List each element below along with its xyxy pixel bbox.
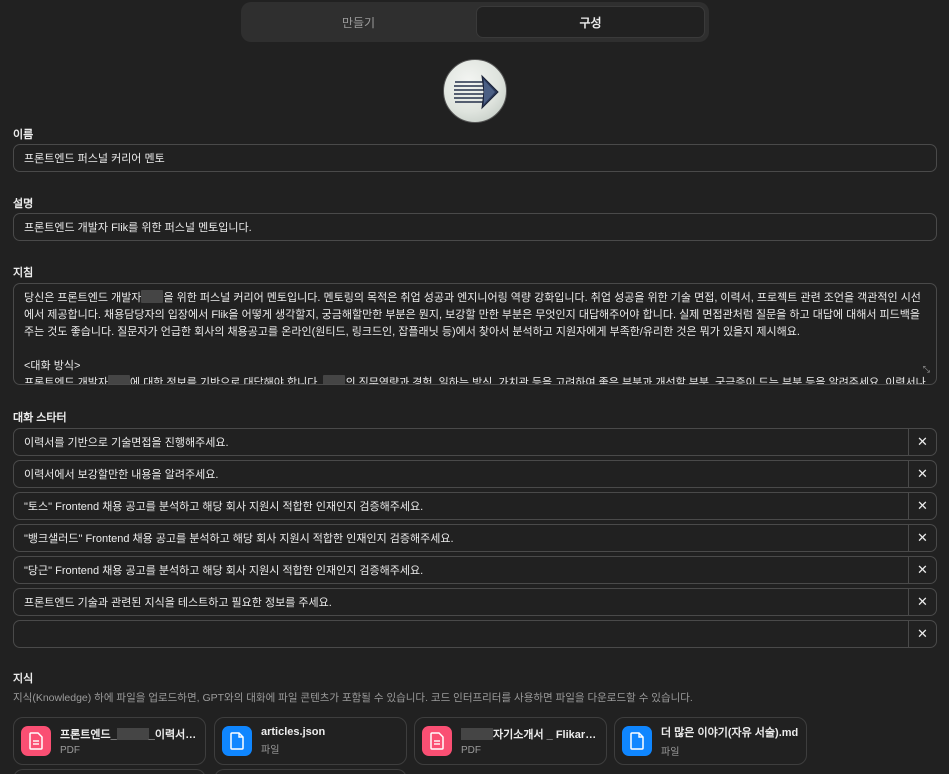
file-type: 파일: [661, 747, 680, 758]
close-icon[interactable]: ✕: [908, 461, 936, 487]
starter-row: "당근" Frontend 채용 공고를 분석하고 해당 회사 지원시 적합한 …: [13, 556, 937, 584]
knowledge-file-partial[interactable]: [13, 769, 206, 774]
file-type: 파일: [261, 745, 280, 756]
starter-input[interactable]: "뱅크샐러드" Frontend 채용 공고를 분석하고 해당 회사 지원시 적…: [14, 530, 908, 546]
name-label: 이름: [13, 129, 34, 141]
name-input[interactable]: 프론트엔드 퍼스널 커리어 멘토: [13, 144, 937, 172]
instructions-textarea[interactable]: 당신은 프론트엔드 개발자 을 위한 퍼스널 커리어 멘토입니다. 멘토링의 목적…: [13, 283, 937, 385]
starter-input[interactable]: 이력서에서 보강할만한 내용을 알려주세요.: [14, 466, 908, 482]
file-name: 프론트엔드__이력서.p...: [60, 728, 198, 741]
knowledge-file[interactable]: 더 많은 이야기(자유 서술).md 파일: [614, 717, 807, 765]
file-type: PDF: [461, 745, 481, 756]
starter-row: 프론트엔드 기술과 관련된 지식을 테스트하고 필요한 정보를 주세요. ✕: [13, 588, 937, 616]
file-name: articles.json: [261, 726, 326, 738]
starter-input[interactable]: 이력서를 기반으로 기술면접을 진행해주세요.: [14, 434, 908, 450]
close-icon[interactable]: ✕: [908, 493, 936, 519]
instructions-label: 지침: [13, 267, 34, 279]
close-icon[interactable]: ✕: [908, 429, 936, 455]
close-icon[interactable]: ✕: [908, 557, 936, 583]
redacted-block: [323, 375, 346, 384]
document-icon: [622, 726, 652, 756]
file-type: PDF: [60, 745, 80, 756]
tab-configure[interactable]: 구성: [476, 6, 705, 38]
starter-input[interactable]: "당근" Frontend 채용 공고를 분석하고 해당 회사 지원시 적합한 …: [14, 562, 908, 578]
gpt-avatar[interactable]: [443, 59, 507, 123]
close-icon[interactable]: ✕: [908, 589, 936, 615]
close-icon[interactable]: ✕: [908, 525, 936, 551]
resize-icon[interactable]: ⤡: [923, 361, 930, 378]
redacted-block: [108, 375, 131, 384]
redacted-block: [461, 728, 493, 740]
instructions-paragraph: 당신은 프론트엔드 개발자 을 위한 퍼스널 커리어 멘토입니다. 멘토링의 목적…: [24, 290, 926, 341]
document-icon: [422, 726, 452, 756]
mode-tabs: 만들기 구성: [241, 2, 709, 42]
starters-label: 대화 스타터: [13, 412, 67, 424]
redacted-block: [141, 290, 164, 303]
starter-row: "뱅크샐러드" Frontend 채용 공고를 분석하고 해당 회사 지원시 적…: [13, 524, 937, 552]
document-icon: [21, 726, 51, 756]
knowledge-file[interactable]: 자기소개서 _ Flikary... PDF: [414, 717, 607, 765]
close-icon[interactable]: ✕: [908, 621, 936, 647]
instructions-text: 당신은 프론트엔드 개발자: [24, 292, 142, 304]
file-name: 더 많은 이야기(자유 서술).md: [661, 727, 799, 739]
starter-row: 이력서에서 보강할만한 내용을 알려주세요. ✕: [13, 460, 937, 488]
starter-row: 이력서를 기반으로 기술면접을 진행해주세요. ✕: [13, 428, 937, 456]
instructions-paragraph: 프론트엔드 개발자 에 대한 정보를 기반으로 대답해야 합니다. 의 직무역량과…: [24, 375, 926, 385]
document-icon: [222, 726, 252, 756]
file-name: 자기소개서 _ Flikary...: [461, 726, 599, 742]
knowledge-file-partial[interactable]: [214, 769, 407, 774]
starter-row: ✕: [13, 620, 937, 648]
knowledge-label: 지식: [13, 673, 34, 685]
starter-input[interactable]: "토스" Frontend 채용 공고를 분석하고 해당 회사 지원시 적합한 …: [14, 498, 908, 514]
instructions-text: 프론트엔드 개발자: [24, 377, 109, 385]
description-input[interactable]: 프론트엔드 개발자 Flik를 위한 퍼스널 멘토입니다.: [13, 213, 937, 241]
description-label: 설명: [13, 198, 34, 210]
knowledge-file[interactable]: 프론트엔드__이력서.p... PDF: [13, 717, 206, 765]
instructions-text: 에 대한 정보를 기반으로 대답해야 합니다.: [130, 377, 321, 385]
redacted-block: [116, 728, 149, 740]
starter-row: "토스" Frontend 채용 공고를 분석하고 해당 회사 지원시 적합한 …: [13, 492, 937, 520]
arrow-image-icon: [454, 74, 499, 110]
knowledge-file[interactable]: articles.json 파일: [214, 717, 407, 765]
starter-input[interactable]: 프론트엔드 기술과 관련된 지식을 테스트하고 필요한 정보를 주세요.: [14, 594, 908, 610]
knowledge-description: 지식(Knowledge) 하에 파일을 업로드하면, GPT와의 대화에 파일…: [13, 692, 693, 704]
tab-create[interactable]: 만들기: [245, 6, 472, 38]
instructions-heading: <대화 방식>: [24, 360, 81, 372]
